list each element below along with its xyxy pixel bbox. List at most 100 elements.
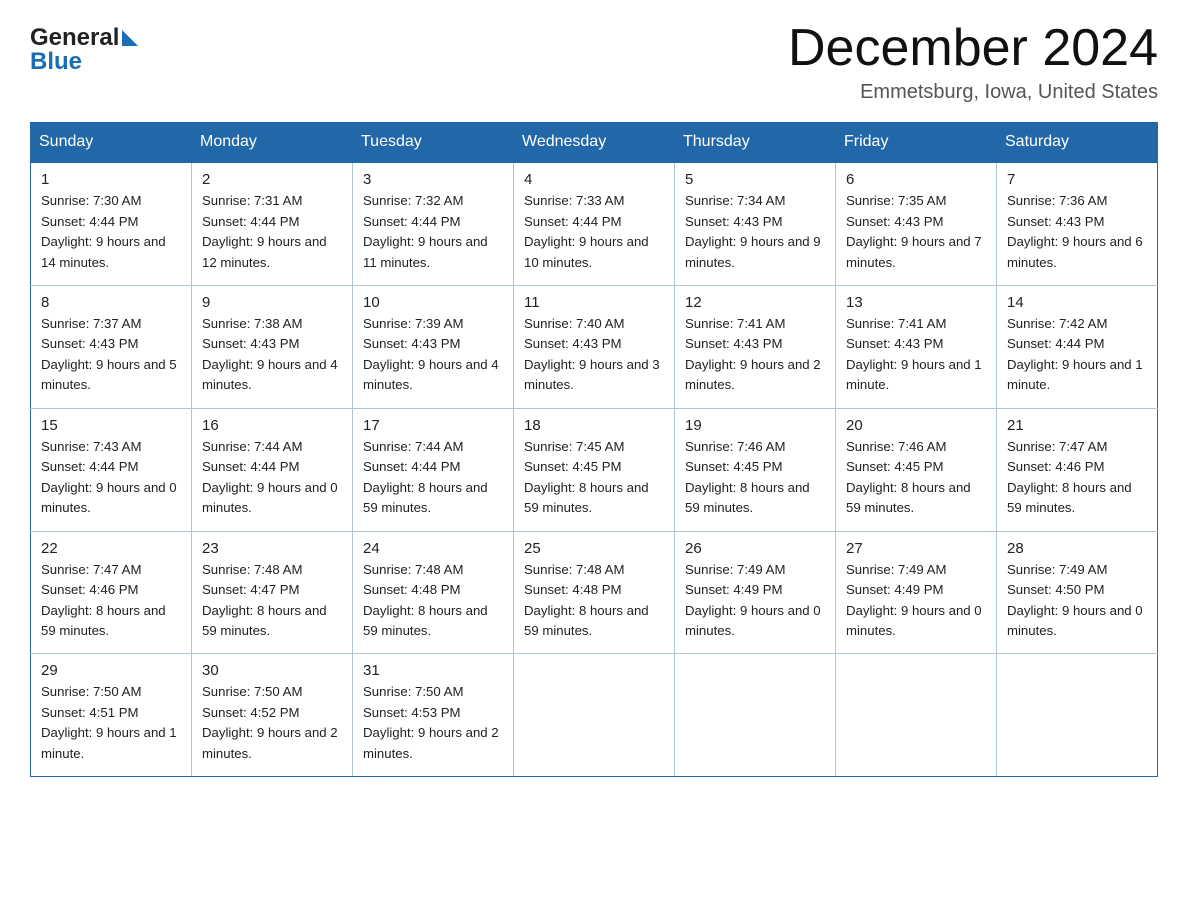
day-info: Sunrise: 7:49 AMSunset: 4:50 PMDaylight:… — [1007, 562, 1143, 638]
day-number: 26 — [685, 540, 825, 557]
day-number: 12 — [685, 294, 825, 311]
day-info: Sunrise: 7:31 AMSunset: 4:44 PMDaylight:… — [202, 193, 327, 269]
calendar-cell: 22 Sunrise: 7:47 AMSunset: 4:46 PMDaylig… — [31, 531, 192, 654]
day-info: Sunrise: 7:46 AMSunset: 4:45 PMDaylight:… — [685, 439, 810, 515]
calendar-cell: 8 Sunrise: 7:37 AMSunset: 4:43 PMDayligh… — [31, 286, 192, 409]
calendar-cell: 7 Sunrise: 7:36 AMSunset: 4:43 PMDayligh… — [997, 162, 1158, 285]
day-number: 1 — [41, 171, 181, 188]
day-of-week-header: Wednesday — [514, 123, 675, 163]
calendar-cell: 6 Sunrise: 7:35 AMSunset: 4:43 PMDayligh… — [836, 162, 997, 285]
calendar-cell: 29 Sunrise: 7:50 AMSunset: 4:51 PMDaylig… — [31, 654, 192, 777]
day-number: 13 — [846, 294, 986, 311]
day-number: 28 — [1007, 540, 1147, 557]
day-number: 3 — [363, 171, 503, 188]
day-of-week-header: Tuesday — [353, 123, 514, 163]
calendar-cell: 18 Sunrise: 7:45 AMSunset: 4:45 PMDaylig… — [514, 408, 675, 531]
calendar-cell — [997, 654, 1158, 777]
calendar-cell: 17 Sunrise: 7:44 AMSunset: 4:44 PMDaylig… — [353, 408, 514, 531]
day-info: Sunrise: 7:47 AMSunset: 4:46 PMDaylight:… — [1007, 439, 1132, 515]
location-text: Emmetsburg, Iowa, United States — [788, 81, 1158, 104]
logo-blue-text: Blue — [30, 48, 82, 76]
day-of-week-header: Sunday — [31, 123, 192, 163]
calendar-cell: 4 Sunrise: 7:33 AMSunset: 4:44 PMDayligh… — [514, 162, 675, 285]
day-info: Sunrise: 7:32 AMSunset: 4:44 PMDaylight:… — [363, 193, 488, 269]
month-title: December 2024 — [788, 20, 1158, 77]
calendar-cell: 24 Sunrise: 7:48 AMSunset: 4:48 PMDaylig… — [353, 531, 514, 654]
day-info: Sunrise: 7:39 AMSunset: 4:43 PMDaylight:… — [363, 316, 499, 392]
day-of-week-header: Monday — [192, 123, 353, 163]
day-info: Sunrise: 7:35 AMSunset: 4:43 PMDaylight:… — [846, 193, 982, 269]
day-number: 22 — [41, 540, 181, 557]
calendar-cell: 31 Sunrise: 7:50 AMSunset: 4:53 PMDaylig… — [353, 654, 514, 777]
day-number: 29 — [41, 662, 181, 679]
day-info: Sunrise: 7:43 AMSunset: 4:44 PMDaylight:… — [41, 439, 177, 515]
calendar-cell: 3 Sunrise: 7:32 AMSunset: 4:44 PMDayligh… — [353, 162, 514, 285]
day-info: Sunrise: 7:42 AMSunset: 4:44 PMDaylight:… — [1007, 316, 1143, 392]
logo-triangle-icon — [122, 30, 138, 46]
day-info: Sunrise: 7:48 AMSunset: 4:48 PMDaylight:… — [524, 562, 649, 638]
day-info: Sunrise: 7:33 AMSunset: 4:44 PMDaylight:… — [524, 193, 649, 269]
day-info: Sunrise: 7:41 AMSunset: 4:43 PMDaylight:… — [846, 316, 982, 392]
calendar-cell: 19 Sunrise: 7:46 AMSunset: 4:45 PMDaylig… — [675, 408, 836, 531]
calendar-cell: 20 Sunrise: 7:46 AMSunset: 4:45 PMDaylig… — [836, 408, 997, 531]
calendar-cell: 2 Sunrise: 7:31 AMSunset: 4:44 PMDayligh… — [192, 162, 353, 285]
calendar-week-row: 22 Sunrise: 7:47 AMSunset: 4:46 PMDaylig… — [31, 531, 1158, 654]
day-of-week-header: Friday — [836, 123, 997, 163]
day-info: Sunrise: 7:38 AMSunset: 4:43 PMDaylight:… — [202, 316, 338, 392]
page-header: General Blue December 2024 Emmetsburg, I… — [30, 20, 1158, 104]
day-number: 18 — [524, 417, 664, 434]
day-info: Sunrise: 7:41 AMSunset: 4:43 PMDaylight:… — [685, 316, 821, 392]
calendar-cell: 10 Sunrise: 7:39 AMSunset: 4:43 PMDaylig… — [353, 286, 514, 409]
day-number: 16 — [202, 417, 342, 434]
day-info: Sunrise: 7:50 AMSunset: 4:53 PMDaylight:… — [363, 684, 499, 760]
day-number: 9 — [202, 294, 342, 311]
calendar-cell: 27 Sunrise: 7:49 AMSunset: 4:49 PMDaylig… — [836, 531, 997, 654]
calendar-cell: 1 Sunrise: 7:30 AMSunset: 4:44 PMDayligh… — [31, 162, 192, 285]
day-info: Sunrise: 7:45 AMSunset: 4:45 PMDaylight:… — [524, 439, 649, 515]
calendar-cell: 12 Sunrise: 7:41 AMSunset: 4:43 PMDaylig… — [675, 286, 836, 409]
day-info: Sunrise: 7:50 AMSunset: 4:52 PMDaylight:… — [202, 684, 338, 760]
day-number: 27 — [846, 540, 986, 557]
calendar-cell: 16 Sunrise: 7:44 AMSunset: 4:44 PMDaylig… — [192, 408, 353, 531]
day-number: 31 — [363, 662, 503, 679]
day-info: Sunrise: 7:48 AMSunset: 4:47 PMDaylight:… — [202, 562, 327, 638]
calendar-week-row: 1 Sunrise: 7:30 AMSunset: 4:44 PMDayligh… — [31, 162, 1158, 285]
calendar-cell: 5 Sunrise: 7:34 AMSunset: 4:43 PMDayligh… — [675, 162, 836, 285]
title-block: December 2024 Emmetsburg, Iowa, United S… — [788, 20, 1158, 104]
day-number: 10 — [363, 294, 503, 311]
calendar-cell: 14 Sunrise: 7:42 AMSunset: 4:44 PMDaylig… — [997, 286, 1158, 409]
day-info: Sunrise: 7:36 AMSunset: 4:43 PMDaylight:… — [1007, 193, 1143, 269]
day-info: Sunrise: 7:34 AMSunset: 4:43 PMDaylight:… — [685, 193, 821, 269]
day-info: Sunrise: 7:47 AMSunset: 4:46 PMDaylight:… — [41, 562, 166, 638]
calendar-cell: 9 Sunrise: 7:38 AMSunset: 4:43 PMDayligh… — [192, 286, 353, 409]
day-of-week-header: Saturday — [997, 123, 1158, 163]
day-number: 21 — [1007, 417, 1147, 434]
day-of-week-header: Thursday — [675, 123, 836, 163]
day-number: 17 — [363, 417, 503, 434]
day-number: 20 — [846, 417, 986, 434]
day-number: 7 — [1007, 171, 1147, 188]
day-number: 25 — [524, 540, 664, 557]
day-number: 15 — [41, 417, 181, 434]
day-number: 2 — [202, 171, 342, 188]
calendar-cell: 25 Sunrise: 7:48 AMSunset: 4:48 PMDaylig… — [514, 531, 675, 654]
day-info: Sunrise: 7:37 AMSunset: 4:43 PMDaylight:… — [41, 316, 177, 392]
day-number: 11 — [524, 294, 664, 311]
day-info: Sunrise: 7:44 AMSunset: 4:44 PMDaylight:… — [202, 439, 338, 515]
day-number: 8 — [41, 294, 181, 311]
calendar-cell: 21 Sunrise: 7:47 AMSunset: 4:46 PMDaylig… — [997, 408, 1158, 531]
calendar-cell — [514, 654, 675, 777]
calendar-week-row: 29 Sunrise: 7:50 AMSunset: 4:51 PMDaylig… — [31, 654, 1158, 777]
day-info: Sunrise: 7:40 AMSunset: 4:43 PMDaylight:… — [524, 316, 660, 392]
calendar-week-row: 8 Sunrise: 7:37 AMSunset: 4:43 PMDayligh… — [31, 286, 1158, 409]
day-number: 6 — [846, 171, 986, 188]
day-info: Sunrise: 7:50 AMSunset: 4:51 PMDaylight:… — [41, 684, 177, 760]
day-info: Sunrise: 7:48 AMSunset: 4:48 PMDaylight:… — [363, 562, 488, 638]
calendar-cell: 30 Sunrise: 7:50 AMSunset: 4:52 PMDaylig… — [192, 654, 353, 777]
calendar-cell: 13 Sunrise: 7:41 AMSunset: 4:43 PMDaylig… — [836, 286, 997, 409]
day-number: 24 — [363, 540, 503, 557]
calendar-cell: 28 Sunrise: 7:49 AMSunset: 4:50 PMDaylig… — [997, 531, 1158, 654]
calendar-cell: 15 Sunrise: 7:43 AMSunset: 4:44 PMDaylig… — [31, 408, 192, 531]
calendar-cell: 11 Sunrise: 7:40 AMSunset: 4:43 PMDaylig… — [514, 286, 675, 409]
day-number: 30 — [202, 662, 342, 679]
